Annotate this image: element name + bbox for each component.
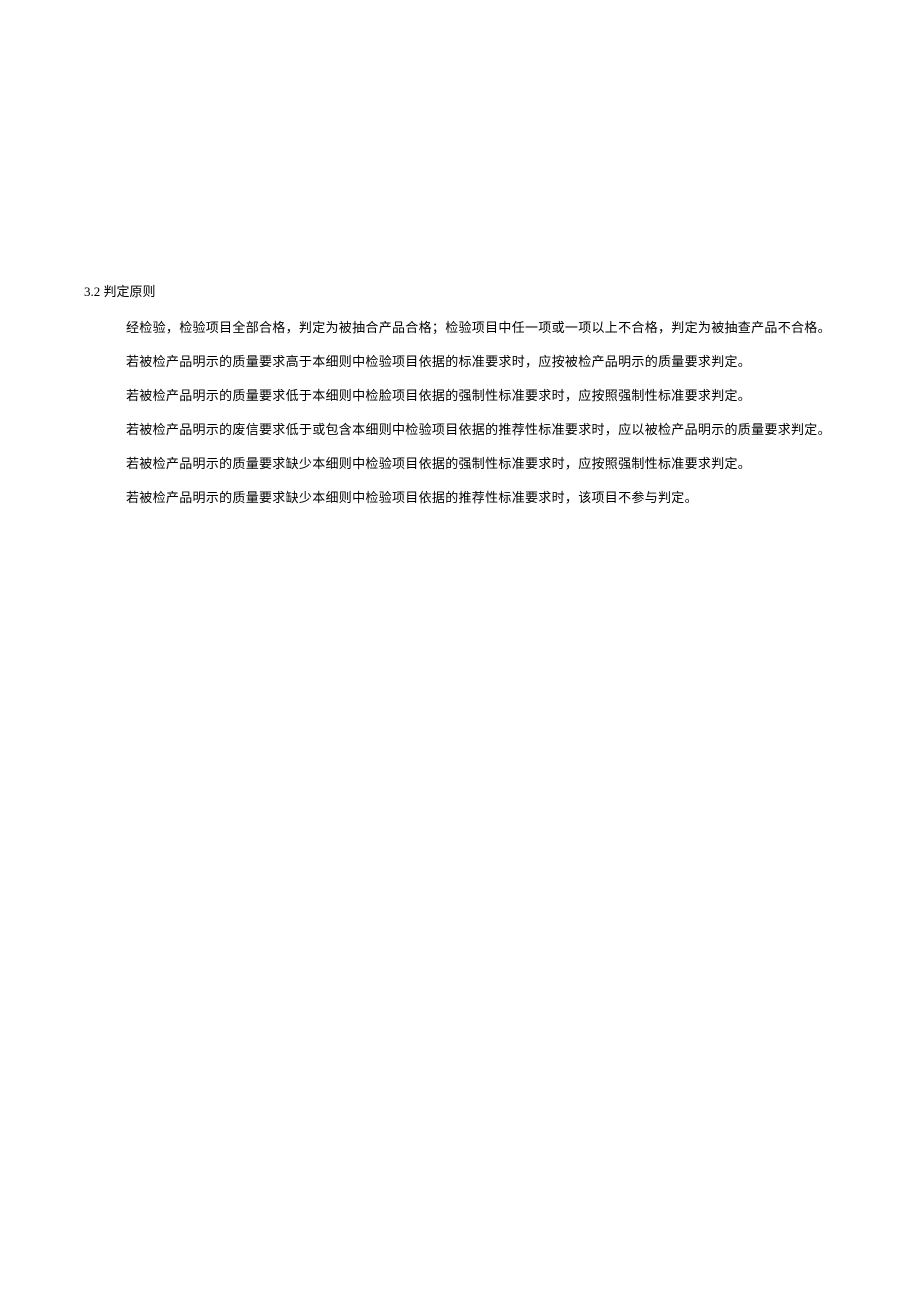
section-heading: 3.2 判定原则	[84, 282, 880, 303]
paragraph: 若被检产品明示的质量要求缺少本细则中检验项目依据的推荐性标准要求时，该项目不参与…	[126, 487, 880, 509]
paragraph: 若被检产品明示的质量要求缺少本细则中检验项目依据的强制性标准要求时，应按照强制性…	[126, 453, 880, 475]
document-content: 3.2 判定原则 经检验，检验项目全部合格，判定为被抽合产品合格；检验项目中任一…	[84, 282, 880, 521]
paragraph: 若被检产品明示的质量要求高于本细则中检验项目依据的标准要求时，应按被检产品明示的…	[126, 351, 880, 373]
paragraph: 经检验，检验项目全部合格，判定为被抽合产品合格；检验项目中任一项或一项以上不合格…	[126, 317, 880, 339]
paragraph: 若被检产品明示的质量要求低于本细则中检脸项目依据的强制性标准要求时，应按照强制性…	[126, 385, 880, 407]
paragraph: 若被检产品明示的废信要求低于或包含本细则中检验项目依据的推荐性标准要求时，应以被…	[126, 419, 880, 441]
